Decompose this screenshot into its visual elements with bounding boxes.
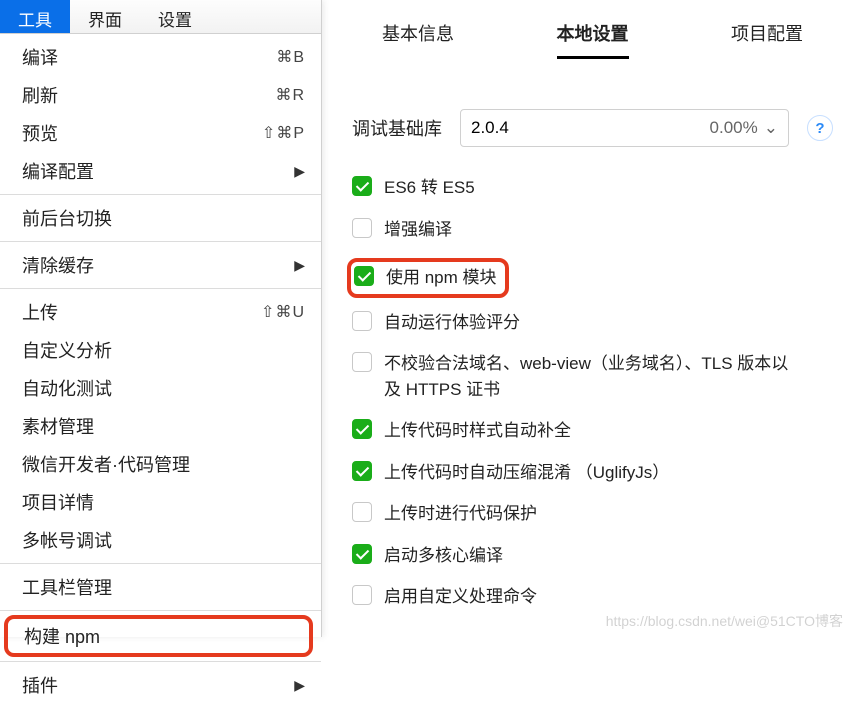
menu-separator xyxy=(0,563,321,564)
check-label: ES6 转 ES5 xyxy=(384,175,475,201)
menu-shortcut: ⌘R xyxy=(275,85,305,105)
menu-separator xyxy=(0,661,321,662)
menu-material-mgmt[interactable]: 素材管理 xyxy=(0,407,321,445)
check-label: 增强编译 xyxy=(384,217,452,243)
check-code-protect[interactable]: 上传时进行代码保护 xyxy=(352,501,833,527)
check-auto-style-complete[interactable]: 上传代码时样式自动补全 xyxy=(352,418,833,444)
dropdown-menu-panel: 工具 界面 设置 编译 ⌘B 刷新 ⌘R 预览 ⇧⌘P 编译配置 ▶ 前后台切换… xyxy=(0,0,322,637)
checkbox-icon[interactable] xyxy=(352,502,372,522)
menu-label: 工具栏管理 xyxy=(22,574,112,600)
menu-label: 自动化测试 xyxy=(22,375,112,401)
check-label: 上传代码时自动压缩混淆 （UglifyJs） xyxy=(384,460,669,486)
menu-shortcut: ⇧⌘P xyxy=(262,123,305,143)
menu-clear-cache[interactable]: 清除缓存 ▶ xyxy=(0,246,321,284)
menu-shortcut: ⇧⌘U xyxy=(261,302,305,322)
tab-basic-info[interactable]: 基本信息 xyxy=(382,20,454,59)
check-es6-to-es5[interactable]: ES6 转 ES5 xyxy=(352,175,833,201)
menu-label: 项目详情 xyxy=(22,489,94,515)
menubar-tools[interactable]: 工具 xyxy=(0,0,70,33)
checkbox-icon[interactable] xyxy=(352,544,372,564)
check-custom-command[interactable]: 启用自定义处理命令 xyxy=(352,584,833,610)
checkbox-icon[interactable] xyxy=(352,311,372,331)
menu-label: 多帐号调试 xyxy=(22,527,112,553)
menu-label: 编译配置 xyxy=(22,158,94,184)
menu-wechat-dev-code[interactable]: 微信开发者·代码管理 xyxy=(0,445,321,483)
menu-compile[interactable]: 编译 ⌘B xyxy=(0,38,321,76)
check-enhanced-compile[interactable]: 增强编译 xyxy=(352,217,833,243)
menu-project-detail[interactable]: 项目详情 xyxy=(0,483,321,521)
menubar-settings[interactable]: 设置 xyxy=(140,0,210,33)
settings-panel: 基本信息 本地设置 项目配置 调试基础库 2.0.4 0.00% ⌄ ? ES6… xyxy=(322,0,853,637)
checkbox-icon[interactable] xyxy=(352,176,372,196)
menu-fg-bg-switch[interactable]: 前后台切换 xyxy=(0,199,321,237)
menu-auto-test[interactable]: 自动化测试 xyxy=(0,369,321,407)
menu-build-npm[interactable]: 构建 npm xyxy=(4,615,313,657)
chevron-right-icon: ▶ xyxy=(294,163,305,180)
settings-tabs: 基本信息 本地设置 项目配置 xyxy=(352,0,833,59)
chevron-right-icon: ▶ xyxy=(294,677,305,694)
check-auto-uglify[interactable]: 上传代码时自动压缩混淆 （UglifyJs） xyxy=(352,460,833,486)
menu-shortcut: ⌘B xyxy=(276,47,305,67)
menu-custom-analyze[interactable]: 自定义分析 xyxy=(0,331,321,369)
menu-label: 自定义分析 xyxy=(22,337,112,363)
menu-upload[interactable]: 上传 ⇧⌘U xyxy=(0,293,321,331)
menu-label: 上传 xyxy=(22,299,58,325)
checkbox-icon[interactable] xyxy=(352,218,372,238)
menu-multi-account[interactable]: 多帐号调试 xyxy=(0,521,321,559)
check-auto-experience-score[interactable]: 自动运行体验评分 xyxy=(352,310,833,336)
watermark-text: https://blog.csdn.net/wei@51CTO博客 xyxy=(606,611,843,631)
menu-separator xyxy=(0,610,321,611)
settings-body: 调试基础库 2.0.4 0.00% ⌄ ? ES6 转 ES5 增强编译 使用 … xyxy=(352,59,833,610)
menu-label: 微信开发者·代码管理 xyxy=(22,451,190,477)
menu-label: 前后台切换 xyxy=(22,205,112,231)
menu-separator xyxy=(0,241,321,242)
check-label: 启动多核心编译 xyxy=(384,543,503,569)
check-label: 启用自定义处理命令 xyxy=(384,584,537,610)
check-label: 自动运行体验评分 xyxy=(384,310,520,336)
check-label: 使用 npm 模块 xyxy=(386,265,497,291)
checkbox-icon[interactable] xyxy=(352,352,372,372)
menu-label: 构建 npm xyxy=(24,623,100,649)
menu-toolbar-mgmt[interactable]: 工具栏管理 xyxy=(0,568,321,606)
menu-label: 刷新 xyxy=(22,82,58,108)
check-no-verify-domain[interactable]: 不校验合法域名、web-view（业务域名）、TLS 版本以及 HTTPS 证书 xyxy=(352,351,833,402)
check-label: 上传时进行代码保护 xyxy=(384,501,537,527)
help-icon[interactable]: ? xyxy=(807,115,833,141)
menubar: 工具 界面 设置 xyxy=(0,0,321,34)
menu-label: 插件 xyxy=(22,672,58,698)
menu-compile-config[interactable]: 编译配置 ▶ xyxy=(0,152,321,190)
menu-label: 素材管理 xyxy=(22,413,94,439)
check-label: 不校验合法域名、web-view（业务域名）、TLS 版本以及 HTTPS 证书 xyxy=(384,351,804,402)
debug-lib-row: 调试基础库 2.0.4 0.00% ⌄ ? xyxy=(352,109,833,147)
tab-project-config[interactable]: 项目配置 xyxy=(731,20,803,59)
menu-refresh[interactable]: 刷新 ⌘R xyxy=(0,76,321,114)
menu-label: 编译 xyxy=(22,44,58,70)
menu-preview[interactable]: 预览 ⇧⌘P xyxy=(0,114,321,152)
checkbox-icon[interactable] xyxy=(352,419,372,439)
tools-menu-list: 编译 ⌘B 刷新 ⌘R 预览 ⇧⌘P 编译配置 ▶ 前后台切换 清除缓存 ▶ 上… xyxy=(0,34,321,704)
checkbox-icon[interactable] xyxy=(352,585,372,605)
checkbox-icon[interactable] xyxy=(354,266,374,286)
checkbox-icon[interactable] xyxy=(352,461,372,481)
check-multicore-compile[interactable]: 启动多核心编译 xyxy=(352,543,833,569)
menu-separator xyxy=(0,194,321,195)
debug-lib-select[interactable]: 2.0.4 0.00% ⌄ xyxy=(460,109,789,147)
menu-separator xyxy=(0,288,321,289)
chevron-down-icon: ⌄ xyxy=(764,118,778,138)
tab-local-settings[interactable]: 本地设置 xyxy=(557,20,629,59)
check-use-npm-module[interactable]: 使用 npm 模块 xyxy=(347,258,509,298)
menu-label: 清除缓存 xyxy=(22,252,94,278)
chevron-right-icon: ▶ xyxy=(294,257,305,274)
check-label: 上传代码时样式自动补全 xyxy=(384,418,571,444)
debug-lib-label: 调试基础库 xyxy=(352,115,442,141)
menu-plugins[interactable]: 插件 ▶ xyxy=(0,666,321,704)
menubar-ui[interactable]: 界面 xyxy=(70,0,140,33)
debug-lib-percent: 0.00% xyxy=(710,118,758,138)
menu-label: 预览 xyxy=(22,120,58,146)
debug-lib-version: 2.0.4 xyxy=(471,118,509,138)
